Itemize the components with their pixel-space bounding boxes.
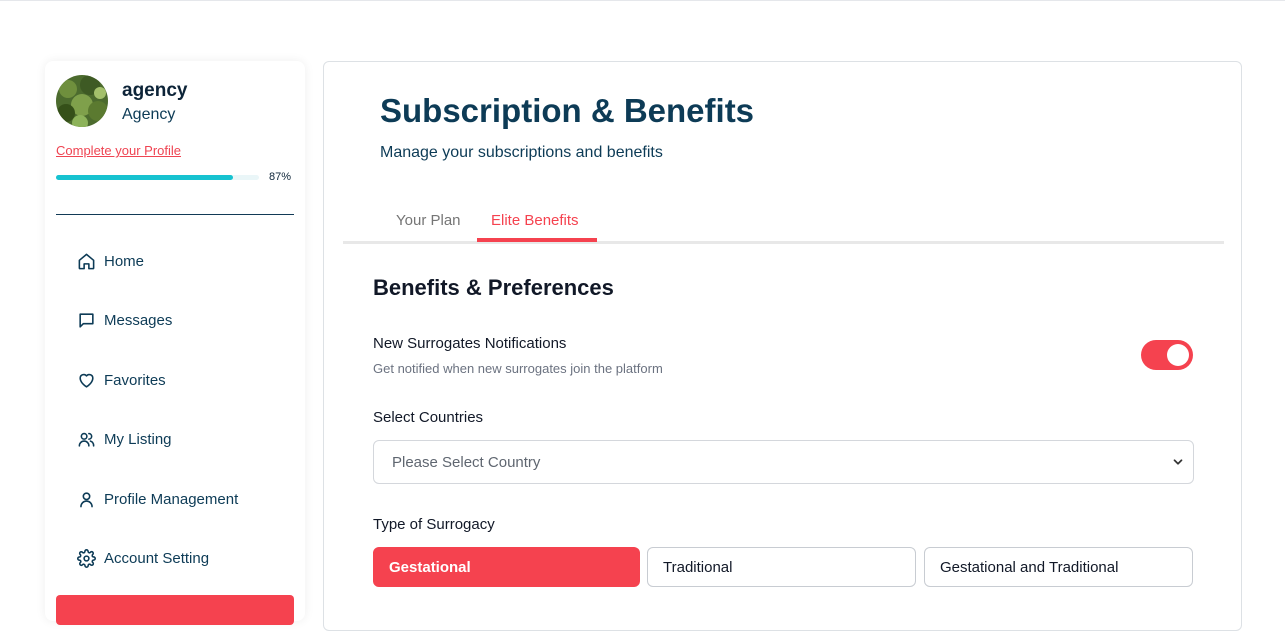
option-gestational[interactable]: Gestational bbox=[373, 547, 640, 587]
countries-label: Select Countries bbox=[373, 409, 484, 426]
home-icon bbox=[77, 252, 96, 271]
tab-your-plan[interactable]: Your Plan bbox=[396, 212, 461, 229]
user-name: agency bbox=[122, 80, 188, 101]
section-title: Benefits & Preferences bbox=[373, 275, 614, 300]
tab-bar: Your Plan Elite Benefits bbox=[343, 202, 1224, 244]
profile-progress-label: 87% bbox=[269, 171, 292, 183]
sidebar-item-label: My Listing bbox=[104, 430, 172, 448]
sidebar: agency Agency Complete your Profile 87% … bbox=[45, 61, 305, 625]
notification-setting-description: Get notified when new surrogates join th… bbox=[373, 361, 663, 376]
option-traditional[interactable]: Traditional bbox=[647, 547, 916, 587]
page-title: Subscription & Benefits bbox=[380, 92, 755, 129]
main-card: Subscription & Benefits Manage your subs… bbox=[323, 61, 1242, 631]
sidebar-item-label: Account Setting bbox=[104, 549, 210, 567]
profile-progress-bar bbox=[56, 175, 259, 180]
sidebar-item-label: Messages bbox=[104, 311, 173, 329]
user-icon bbox=[77, 490, 96, 509]
sidebar-item-messages[interactable]: Messages bbox=[77, 308, 172, 332]
heart-icon bbox=[77, 371, 96, 390]
country-select-placeholder: Please Select Country bbox=[392, 453, 541, 471]
sidebar-action-button[interactable] bbox=[56, 595, 294, 625]
top-border bbox=[0, 0, 1285, 1]
toggle-knob bbox=[1167, 344, 1189, 366]
avatar[interactable] bbox=[56, 75, 108, 127]
country-select[interactable]: Please Select Country bbox=[373, 440, 1194, 484]
notification-setting-title: New Surrogates Notifications bbox=[373, 335, 567, 352]
sidebar-item-account-setting[interactable]: Account Setting bbox=[77, 546, 209, 570]
option-gestational-and-traditional[interactable]: Gestational and Traditional bbox=[924, 547, 1193, 587]
sidebar-divider bbox=[56, 214, 294, 215]
sidebar-item-label: Home bbox=[104, 252, 145, 270]
complete-profile-link[interactable]: Complete your Profile bbox=[56, 143, 181, 158]
surrogacy-type-label: Type of Surrogacy bbox=[373, 516, 495, 533]
sidebar-item-label: Profile Management bbox=[104, 490, 239, 508]
message-icon bbox=[77, 311, 96, 330]
page-subtitle: Manage your subscriptions and benefits bbox=[380, 144, 663, 161]
tab-elite-benefits[interactable]: Elite Benefits bbox=[491, 212, 579, 229]
active-tab-indicator bbox=[477, 238, 597, 242]
users-icon bbox=[77, 430, 96, 449]
chevron-down-icon bbox=[1171, 455, 1185, 469]
sidebar-item-label: Favorites bbox=[104, 371, 166, 389]
user-role: Agency bbox=[122, 106, 176, 123]
sidebar-item-home[interactable]: Home bbox=[77, 249, 144, 273]
sidebar-item-favorites[interactable]: Favorites bbox=[77, 368, 166, 392]
sidebar-item-profile-management[interactable]: Profile Management bbox=[77, 487, 238, 511]
gear-icon bbox=[77, 548, 96, 568]
sidebar-item-my-listing[interactable]: My Listing bbox=[77, 427, 172, 451]
notifications-toggle[interactable] bbox=[1141, 340, 1193, 370]
profile-progress-fill bbox=[56, 175, 233, 180]
